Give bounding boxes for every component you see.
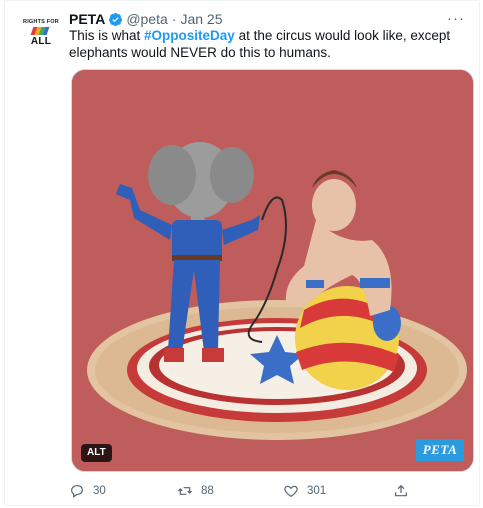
like-count: 301 (307, 485, 327, 497)
retweet-button[interactable]: 88 (177, 483, 214, 499)
reply-button[interactable]: 30 (69, 483, 106, 499)
reply-icon (71, 485, 83, 498)
more-icon[interactable]: ··· (447, 9, 465, 27)
verified-badge-icon (109, 12, 123, 26)
tweet-text-start: This is what (69, 28, 145, 43)
tweet-header: PETA @peta · Jan 25 (69, 10, 465, 28)
alt-text-badge[interactable]: ALT (81, 444, 112, 462)
avatar-rainbow-mark (30, 27, 52, 35)
separator-dot: · (171, 11, 177, 27)
retweet-count: 88 (201, 485, 214, 497)
tweet-card[interactable]: RIGHTS FOR ALL PETA @peta · Jan 25 ··· T… (4, 0, 480, 506)
handle[interactable]: @peta (126, 11, 167, 27)
avatar-bottom-text: ALL (30, 36, 52, 47)
like-icon (284, 485, 298, 498)
tweet-date[interactable]: Jan 25 (180, 11, 222, 27)
display-name[interactable]: PETA (69, 11, 105, 27)
tweet-actions: 30 88 301 (69, 483, 429, 501)
tweet-text: This is what #OppositeDay at the circus … (69, 27, 469, 61)
avatar[interactable]: RIGHTS FOR ALL (18, 10, 64, 56)
reply-count: 30 (93, 485, 106, 497)
circus-illustration (72, 70, 473, 471)
retweet-icon (177, 487, 193, 495)
hashtag-link[interactable]: #OppositeDay (144, 28, 235, 43)
like-button[interactable]: 301 (283, 483, 326, 499)
peta-watermark-logo: PETA (416, 439, 464, 461)
share-icon (395, 484, 407, 497)
avatar-top-text: RIGHTS FOR (23, 19, 59, 25)
tweet-image[interactable]: ALT PETA (71, 69, 474, 472)
share-button[interactable] (393, 483, 409, 499)
